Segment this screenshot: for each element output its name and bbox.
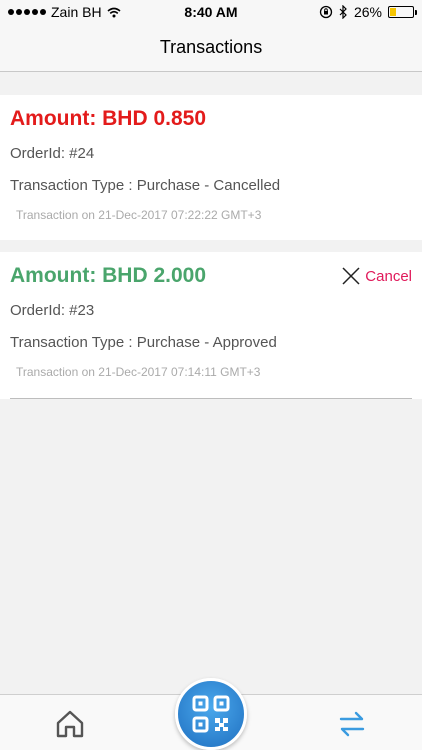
cancel-transaction-button[interactable]: Cancel <box>341 266 412 286</box>
transaction-card: Amount: BHD 2.000 Cancel OrderId: #23 Tr… <box>0 252 422 399</box>
scan-qr-button[interactable] <box>175 678 247 750</box>
wifi-icon <box>107 7 121 17</box>
transaction-amount: Amount: BHD 0.850 <box>10 107 207 130</box>
tab-home[interactable] <box>54 709 86 739</box>
status-left: Zain BH <box>8 4 121 20</box>
status-right: 26% <box>319 4 417 20</box>
page-title: Transactions <box>159 37 263 57</box>
divider <box>10 398 412 399</box>
transaction-order-id: OrderId: #24 <box>10 145 95 162</box>
status-bar: Zain BH 8:40 AM 26% <box>0 0 422 24</box>
transaction-timestamp: Transaction on 21-Dec-2017 07:14:11 GMT+… <box>16 365 261 379</box>
home-icon <box>56 710 84 738</box>
tab-transactions[interactable] <box>336 709 368 739</box>
orientation-lock-icon <box>319 5 333 19</box>
transaction-timestamp: Transaction on 21-Dec-2017 07:22:22 GMT+… <box>16 208 262 222</box>
cancel-label: Cancel <box>365 267 412 285</box>
close-icon <box>342 267 360 285</box>
battery-percent: 26% <box>353 4 382 20</box>
carrier-name: Zain BH <box>51 4 102 20</box>
battery-icon <box>388 6 417 18</box>
battery-level <box>390 8 396 16</box>
navigation-bar: Transactions <box>0 24 422 72</box>
bluetooth-icon <box>339 5 347 19</box>
transaction-type: Transaction Type : Purchase - Cancelled <box>10 177 281 194</box>
transaction-order-id: OrderId: #23 <box>10 302 95 319</box>
transfer-arrows-icon <box>339 711 365 737</box>
signal-strength-icon <box>8 9 46 15</box>
transaction-type: Transaction Type : Purchase - Approved <box>10 334 277 351</box>
qr-scan-icon <box>192 695 230 733</box>
transaction-card: Amount: BHD 0.850 OrderId: #24 Transacti… <box>0 95 422 240</box>
